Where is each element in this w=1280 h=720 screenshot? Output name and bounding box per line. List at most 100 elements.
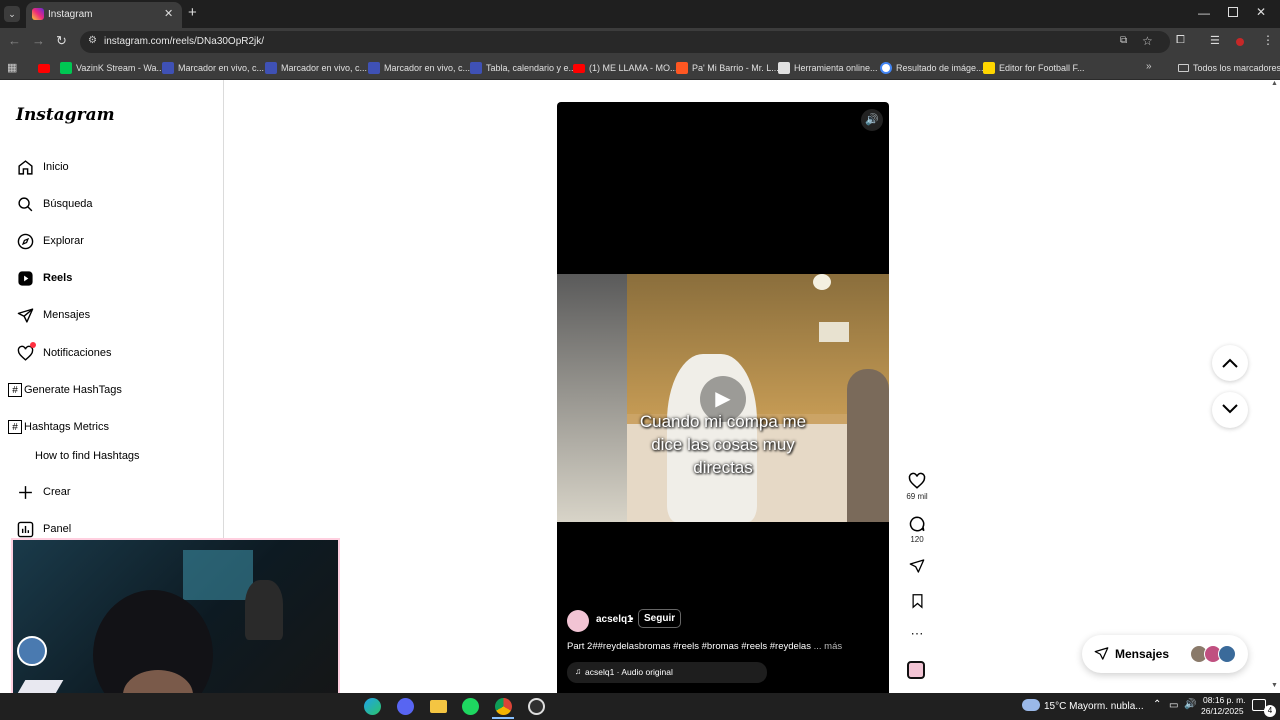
- audio-thumbnail[interactable]: [907, 661, 925, 679]
- more-link[interactable]: ... más: [814, 641, 843, 652]
- scroll-up-icon[interactable]: ▲: [1271, 80, 1278, 87]
- bookmark-item[interactable]: [38, 60, 50, 76]
- bookmark-item[interactable]: Editor for Football F...: [983, 60, 1085, 76]
- like-action[interactable]: 69 mil: [906, 472, 928, 501]
- video-caption-line: Cuando mi compa me: [639, 412, 807, 431]
- bookmark-favicon-icon: [470, 62, 482, 74]
- bookmark-item[interactable]: Marcador en vivo, c...: [162, 60, 264, 76]
- video-frame: ▶ Cuando mi compa me dice las cosas muy …: [557, 274, 889, 522]
- sidebar-item-explorar[interactable]: Explorar: [16, 229, 84, 253]
- bookmark-favicon-icon: [162, 62, 174, 74]
- author-avatar[interactable]: [567, 610, 589, 632]
- chevron-down-icon: [1222, 401, 1238, 418]
- weather-text[interactable]: 15°C Mayorm. nubla...: [1044, 701, 1144, 712]
- clock-time[interactable]: 08:16 p. m.: [1203, 695, 1246, 705]
- profile-icon[interactable]: [1236, 38, 1244, 46]
- new-tab-button[interactable]: +: [188, 4, 197, 21]
- notification-dot: [30, 342, 36, 348]
- sidebar-item-busqueda[interactable]: Búsqueda: [16, 192, 93, 216]
- menu-icon[interactable]: ⋮: [1262, 33, 1274, 47]
- browser-tab-bar: ⌄ Instagram ✕ + — ✕: [0, 0, 1280, 28]
- instagram-logo[interactable]: Instagram: [16, 105, 115, 125]
- sidebar-item-label: Explorar: [43, 235, 84, 247]
- more-bookmarks-icon[interactable]: »: [1146, 61, 1152, 72]
- sidebar-item-notificaciones[interactable]: Notificaciones: [16, 341, 111, 365]
- maximize-button[interactable]: [1228, 7, 1238, 17]
- all-bookmarks-label: Todos los marcadores: [1193, 63, 1280, 73]
- sidebar-item-label: Mensajes: [43, 309, 91, 321]
- bookmark-item[interactable]: Herramienta online...: [778, 60, 878, 76]
- previous-reel-button[interactable]: [1212, 345, 1248, 381]
- clock-date[interactable]: 26/12/2025: [1201, 706, 1244, 716]
- tab-list-button[interactable]: ⌄: [4, 6, 20, 22]
- bookmark-item[interactable]: Marcador en vivo, c...: [368, 60, 470, 76]
- video-caption-line: dice las cosas muy: [651, 435, 795, 454]
- tray-chevron-icon[interactable]: ⌃: [1153, 699, 1161, 710]
- comment-icon: [906, 515, 928, 535]
- bookmark-item[interactable]: Tabla, calendario y e...: [470, 60, 576, 76]
- save-action[interactable]: [906, 593, 928, 611]
- sidebar-item-crear[interactable]: Crear: [16, 480, 71, 504]
- bookmark-label: Marcador en vivo, c...: [178, 63, 265, 73]
- bookmark-item[interactable]: Resultado de imáge...: [880, 60, 984, 76]
- sidebar-item-generate-hashtags[interactable]: # Generate HashTags: [8, 378, 122, 402]
- browser-toolbar: ← → ↻ ⚙ instagram.com/reels/DNa30OpR2jk/…: [0, 28, 1280, 56]
- bookmark-favicon-icon: [265, 62, 277, 74]
- sidebar-item-reels[interactable]: Reels: [16, 266, 72, 290]
- all-bookmarks-folder[interactable]: Todos los marcadores: [1178, 60, 1280, 76]
- close-tab-icon[interactable]: ✕: [164, 7, 173, 20]
- network-icon[interactable]: ▭: [1169, 700, 1178, 711]
- comment-action[interactable]: 120: [906, 515, 928, 544]
- bookmark-item[interactable]: Marcador en vivo, c...: [265, 60, 367, 76]
- file-explorer-icon[interactable]: [430, 700, 447, 713]
- weather-icon: [1022, 699, 1040, 711]
- folder-icon: [1178, 64, 1189, 72]
- chrome-icon[interactable]: [495, 698, 512, 715]
- extensions-icon[interactable]: ⧠: [1176, 34, 1185, 47]
- install-app-icon[interactable]: ⧉: [1120, 35, 1127, 46]
- media-control-icon[interactable]: ☰: [1210, 34, 1220, 47]
- spotify-icon[interactable]: [462, 698, 479, 715]
- browser-tab[interactable]: Instagram ✕: [26, 2, 182, 28]
- site-info-icon[interactable]: ⚙: [88, 35, 97, 46]
- edge-icon[interactable]: [364, 698, 381, 715]
- close-window-button[interactable]: ✕: [1256, 5, 1266, 19]
- page-scrollbar[interactable]: ▲ ▼: [1270, 80, 1280, 693]
- back-icon[interactable]: ←: [8, 33, 21, 48]
- search-icon: [16, 195, 34, 213]
- audio-label: acselq1 · Audio original: [585, 667, 673, 677]
- address-bar[interactable]: ⚙ instagram.com/reels/DNa30OpR2jk/ ⧉ ☆: [80, 31, 1170, 53]
- next-reel-button[interactable]: [1212, 392, 1248, 428]
- follow-button[interactable]: Seguir: [638, 609, 682, 628]
- bookmark-favicon-icon: [60, 62, 72, 74]
- active-app-indicator: [492, 717, 514, 719]
- apps-grid-icon[interactable]: ▦: [7, 61, 17, 74]
- bookmark-item[interactable]: (1) ME LLAMA - MO...: [573, 60, 678, 76]
- send-icon: [909, 559, 925, 576]
- bookmark-star-icon[interactable]: ☆: [1142, 34, 1153, 48]
- bookmark-item[interactable]: VazinK Stream - Wa...: [60, 60, 164, 76]
- obs-icon[interactable]: [528, 698, 545, 715]
- minimize-button[interactable]: —: [1198, 6, 1210, 20]
- bookmark-item[interactable]: Pa' Mi Barrio - Mr. L...: [676, 60, 779, 76]
- scroll-down-icon[interactable]: ▼: [1271, 682, 1278, 689]
- reel-video-player[interactable]: 🔊 ▶ Cuando mi compa me dice las cosas mu…: [557, 102, 889, 693]
- reload-icon[interactable]: ↻: [56, 33, 67, 49]
- comment-count: 120: [910, 535, 924, 544]
- app-icon[interactable]: [397, 698, 414, 715]
- sidebar-item-inicio[interactable]: Inicio: [16, 155, 69, 179]
- forward-icon[interactable]: →: [32, 33, 45, 48]
- sidebar-item-hashtags-metrics[interactable]: # Hashtags Metrics: [8, 415, 109, 439]
- volume-tray-icon[interactable]: 🔊: [1184, 699, 1196, 710]
- author-username[interactable]: acselq1: [596, 614, 633, 625]
- audio-pill[interactable]: ♫ acselq1 · Audio original: [567, 662, 767, 683]
- hashtag-icon: #: [8, 420, 22, 434]
- more-options-icon[interactable]: ⋯: [906, 626, 928, 642]
- music-note-icon: ♫: [575, 666, 582, 676]
- sidebar-item-how-to-find-hashtags[interactable]: How to find Hashtags: [35, 444, 140, 468]
- volume-icon[interactable]: 🔊: [861, 109, 883, 131]
- sidebar-item-mensajes[interactable]: Mensajes: [16, 303, 90, 327]
- dot-separator: •: [630, 614, 634, 625]
- share-action[interactable]: [906, 558, 928, 576]
- messages-button[interactable]: Mensajes: [1082, 635, 1248, 673]
